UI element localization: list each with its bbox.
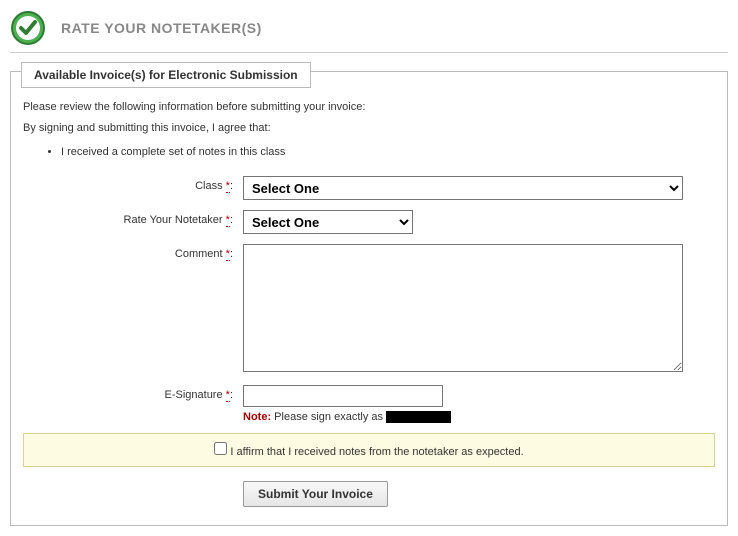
agreement-list: I received a complete set of notes in th… (61, 143, 715, 162)
affirm-row: I affirm that I received notes from the … (23, 433, 715, 467)
affirm-text: I affirm that I received notes from the … (230, 446, 523, 458)
intro-text: Please review the following information … (23, 98, 715, 137)
row-rating: Rate Your Notetaker *: Select One (23, 210, 715, 234)
row-comment: Comment *: (23, 244, 715, 375)
note-label: Note: (243, 411, 271, 423)
signature-note: Note: Please sign exactly as (243, 411, 715, 423)
intro-line-2: By signing and submitting this invoice, … (23, 119, 715, 138)
label-comment: Comment *: (23, 244, 243, 260)
redacted-name (386, 411, 451, 423)
invoice-fieldset: Available Invoice(s) for Electronic Subm… (10, 71, 728, 526)
row-class: Class *: Select One (23, 176, 715, 200)
label-rating: Rate Your Notetaker *: (23, 210, 243, 226)
page-title: RATE YOUR NOTETAKER(S) (61, 20, 262, 36)
rating-select[interactable]: Select One (243, 210, 413, 234)
comment-textarea[interactable] (243, 244, 683, 372)
esignature-input[interactable] (243, 385, 443, 407)
label-class: Class *: (23, 176, 243, 192)
affirm-checkbox[interactable] (214, 442, 227, 455)
class-select[interactable]: Select One (243, 176, 683, 200)
page-header: RATE YOUR NOTETAKER(S) (10, 10, 728, 53)
affirm-label[interactable]: I affirm that I received notes from the … (214, 446, 523, 458)
submit-row: Submit Your Invoice (23, 481, 715, 507)
submit-button[interactable]: Submit Your Invoice (243, 481, 388, 507)
check-circle-icon (10, 10, 46, 46)
row-esignature: E-Signature *: Note: Please sign exactly… (23, 385, 715, 423)
intro-line-1: Please review the following information … (23, 98, 715, 117)
page-container: RATE YOUR NOTETAKER(S) Available Invoice… (10, 10, 728, 526)
label-esignature: E-Signature *: (23, 385, 243, 401)
note-text: Please sign exactly as (274, 411, 383, 423)
fieldset-legend: Available Invoice(s) for Electronic Subm… (21, 62, 311, 88)
agreement-item: I received a complete set of notes in th… (61, 143, 715, 162)
